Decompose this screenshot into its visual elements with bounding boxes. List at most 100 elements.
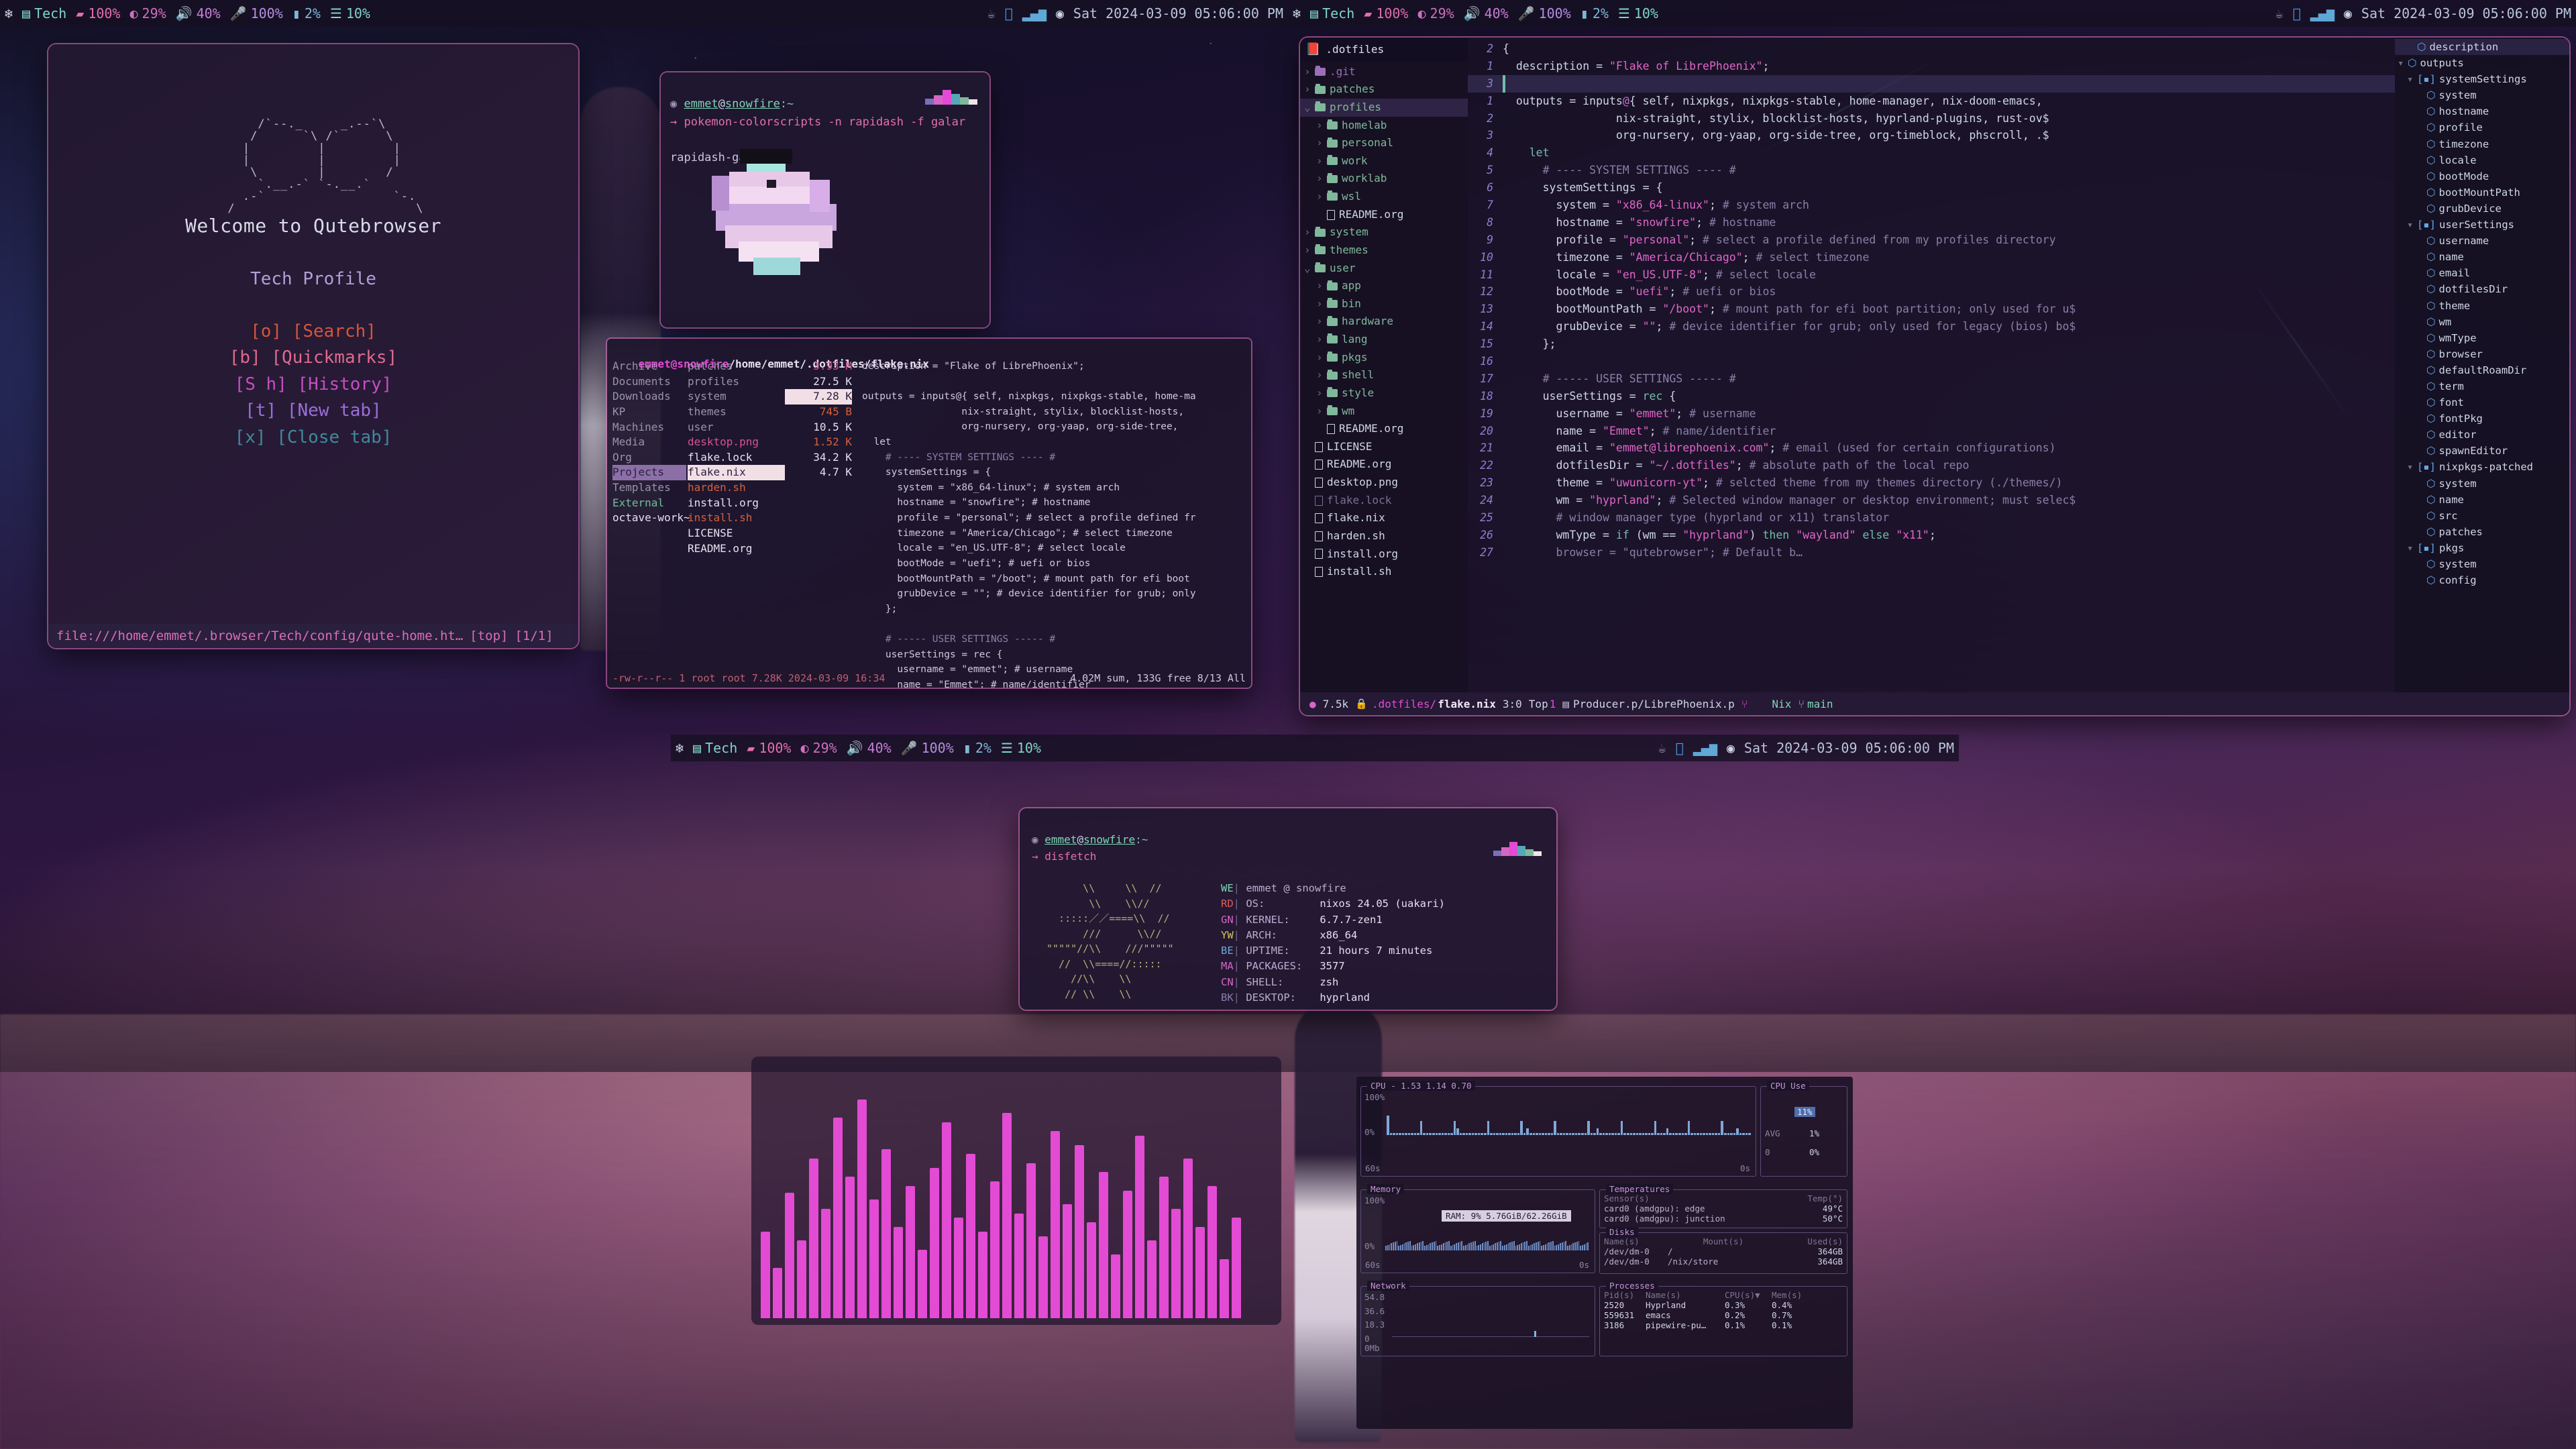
bar-segment-memory-icon[interactable]: ☰ 10%: [325, 5, 375, 21]
bar-segment-bluetooth-icon[interactable]: 󰂯: [1000, 5, 1018, 21]
editor-tree-item[interactable]: › app: [1300, 277, 1468, 295]
editor-tree-item[interactable]: › pkgs: [1300, 349, 1468, 367]
editor-outline-item[interactable]: ⬡ term: [2395, 378, 2569, 394]
editor-tree-item[interactable]: harden.sh: [1300, 527, 1468, 545]
editor-tree-item[interactable]: › homelab: [1300, 117, 1468, 135]
editor-outline-item[interactable]: ⬡ spawnEditor: [2395, 443, 2569, 459]
btop-process-row[interactable]: 559631 emacs 0.2% 0.7%: [1604, 1310, 1843, 1320]
bar-segment-bluetooth-icon[interactable]: 󰂯: [2288, 5, 2306, 21]
ranger-parent-item[interactable]: Archive: [612, 359, 686, 374]
editor-outline-item[interactable]: ▾ [▪] pkgs: [2395, 540, 2569, 556]
editor-outline-item[interactable]: ⬡ grubDevice: [2395, 201, 2569, 217]
editor-outline-panel[interactable]: ⬡ description ▾ ⬡ outputs ▾ [▪] systemSettings ⬡…: [2395, 38, 2569, 692]
chevron-right-icon[interactable]: ›: [1316, 189, 1323, 205]
editor-tree-item[interactable]: ⌄ profiles: [1300, 98, 1468, 117]
disfetch-terminal-window[interactable]: ◉ emmet@snowfire:~ → disfetch \\ \\ // \…: [1020, 808, 1556, 1010]
bar-segment-volume-icon[interactable]: 🔊 40%: [1459, 5, 1513, 21]
editor-outline-item[interactable]: ⬡ profile: [2395, 119, 2569, 136]
bar-segment-record-icon[interactable]: ◉: [1722, 740, 1739, 756]
btop-process-row[interactable]: 3186 pipewire-pu… 0.1% 0.1%: [1604, 1320, 1843, 1330]
editor-outline-item[interactable]: ▾ ⬡ outputs: [2395, 55, 2569, 71]
editor-code-line[interactable]: 11 locale = "en_US.UTF-8"; # select loca…: [1468, 266, 2395, 284]
chevron-right-icon[interactable]: ›: [1316, 331, 1323, 348]
qutebrowser-shortcut[interactable]: [o] [Search]: [229, 319, 397, 345]
editor-code-line[interactable]: 27 browser = "qutebrowser"; # Default b…: [1468, 544, 2395, 561]
editor-outline-item[interactable]: ⬡ system: [2395, 476, 2569, 492]
chevron-down-icon[interactable]: ⌄: [1304, 260, 1311, 277]
bar-segment-brightness-icon[interactable]: ◐ 29%: [796, 740, 841, 756]
editor-code-line[interactable]: 8 hostname = "snowfire"; # hostname: [1468, 214, 2395, 231]
ranger-parent-item[interactable]: Downloads: [612, 389, 686, 405]
bar-segment-battery-icon[interactable]: ▰ 100%: [742, 740, 796, 756]
bar-segment-record-icon[interactable]: ◉: [2339, 5, 2357, 21]
ranger-parent-item[interactable]: Machines: [612, 420, 686, 435]
editor-tree-item[interactable]: › hardware: [1300, 313, 1468, 331]
qutebrowser-shortcut[interactable]: [t] [New tab]: [229, 398, 397, 425]
editor-code-line[interactable]: 20 name = "Emmet"; # name/identifier: [1468, 423, 2395, 440]
editor-outline-item[interactable]: ⬡ config: [2395, 572, 2569, 588]
bar-segment-cpu-icon[interactable]: ▮ 2%: [1576, 5, 1613, 21]
chevron-right-icon[interactable]: ›: [1304, 224, 1311, 241]
ranger-file-item[interactable]: profiles: [688, 374, 785, 390]
bar-segment-wifi-icon[interactable]: ▂▄▆: [1018, 5, 1051, 21]
editor-code-line[interactable]: 21 email = "emmet@librephoenix.com"; # e…: [1468, 439, 2395, 457]
btop-process-row[interactable]: 2520 Hyprland 0.3% 0.4%: [1604, 1300, 1843, 1310]
ranger-file-item[interactable]: system: [688, 389, 785, 405]
editor-outline-item[interactable]: ⬡ hostname: [2395, 103, 2569, 119]
btop-process-column-header[interactable]: Pid(s): [1604, 1290, 1646, 1300]
editor-tree-item[interactable]: › shell: [1300, 366, 1468, 384]
editor-outline-item[interactable]: ⬡ defaultRoamDir: [2395, 362, 2569, 378]
editor-code-line[interactable]: 3: [1468, 74, 2395, 93]
ranger-parent-item[interactable]: KP: [612, 405, 686, 420]
editor-tree-rows[interactable]: › .git › patches ⌄ profiles › homelab › personal ›…: [1300, 62, 1468, 581]
cava-audio-visualizer[interactable]: [751, 1057, 1281, 1325]
editor-code-line[interactable]: 18 userSettings = rec {: [1468, 388, 2395, 405]
editor-outline-item[interactable]: ⬡ description: [2395, 39, 2569, 56]
ranger-file-item[interactable]: README.org: [688, 541, 785, 557]
editor-outline-item[interactable]: ⬡ name: [2395, 492, 2569, 508]
editor-code-line[interactable]: 1 outputs = inputs @{ self, nixpkgs, nixp…: [1468, 93, 2395, 110]
editor-code-line[interactable]: 7 system = "x86_64-linux"; # system arch: [1468, 197, 2395, 214]
bar-segment-workspace-icon[interactable]: ▤ Tech: [688, 740, 742, 756]
ranger-parent-item[interactable]: External: [612, 496, 686, 511]
ranger-file-item[interactable]: LICENSE: [688, 526, 785, 541]
editor-tree-item[interactable]: › personal: [1300, 134, 1468, 152]
editor-tree-item[interactable]: install.org: [1300, 545, 1468, 564]
editor-tree-item[interactable]: › worklab: [1300, 170, 1468, 188]
bar-segment-bluetooth-icon[interactable]: 󰂯: [1671, 740, 1688, 756]
editor-tree-item[interactable]: › patches: [1300, 80, 1468, 99]
editor-outline-item[interactable]: ⬡ wm: [2395, 314, 2569, 330]
editor-outline-item[interactable]: ⬡ username: [2395, 233, 2569, 249]
ranger-parent-item[interactable]: Org: [612, 450, 686, 466]
btop-process-column-header[interactable]: Name(s): [1646, 1290, 1725, 1300]
editor-outline-item[interactable]: ⬡ dotfilesDir: [2395, 281, 2569, 297]
ranger-file-item[interactable]: desktop.png: [688, 435, 785, 450]
editor-outline-item[interactable]: ⬡ wmType: [2395, 330, 2569, 346]
editor-tree-item[interactable]: flake.lock: [1300, 492, 1468, 510]
editor-code-line[interactable]: 12 bootMode = "uefi"; # uefi or bios: [1468, 283, 2395, 301]
bar-segment-wifi-icon[interactable]: ▂▄▆: [2306, 5, 2339, 21]
editor-outline-item[interactable]: ⬡ patches: [2395, 524, 2569, 540]
ranger-parent-item[interactable]: Media: [612, 435, 686, 450]
bar-segment-coffee-off-icon[interactable]: ☕: [983, 5, 1000, 21]
chevron-right-icon[interactable]: ›: [1304, 81, 1311, 98]
bar-segment-brightness-icon[interactable]: ◐ 29%: [1413, 5, 1458, 21]
chevron-right-icon[interactable]: ›: [1316, 135, 1323, 152]
bar-segment-clock-label[interactable]: Sat 2024-03-09 05:06:00 PM: [2357, 5, 2576, 21]
qutebrowser-window[interactable]: /`--._ _.--`\ / `\ /` \ | | | | | | \ | …: [48, 44, 578, 648]
bar-segment-brightness-icon[interactable]: ◐ 29%: [125, 5, 170, 21]
bar-segment-battery-icon[interactable]: ▰ 100%: [71, 5, 125, 21]
editor-tree-item[interactable]: desktop.png: [1300, 474, 1468, 492]
editor-tree-item[interactable]: flake.nix: [1300, 509, 1468, 527]
ranger-file-item[interactable]: install.org: [688, 496, 785, 511]
editor-code-line[interactable]: 24 wm = "hyprland"; # Selected window ma…: [1468, 492, 2395, 509]
btop-system-monitor-window[interactable]: CPU - 1.53 1.14 0.70 100% 0% 60s 0s CPU …: [1356, 1077, 1853, 1429]
chevron-right-icon[interactable]: ›: [1316, 313, 1323, 330]
chevron-right-icon[interactable]: ›: [1316, 350, 1323, 366]
ranger-parent-item[interactable]: octave-work~: [612, 511, 690, 526]
ranger-file-item[interactable]: themes: [688, 405, 785, 420]
editor-code-line[interactable]: 5 # ---- SYSTEM SETTINGS ---- #: [1468, 162, 2395, 179]
editor-outline-item[interactable]: ⬡ name: [2395, 249, 2569, 265]
chevron-down-icon[interactable]: ▾: [2407, 540, 2414, 556]
editor-outline-item[interactable]: ⬡ editor: [2395, 427, 2569, 443]
